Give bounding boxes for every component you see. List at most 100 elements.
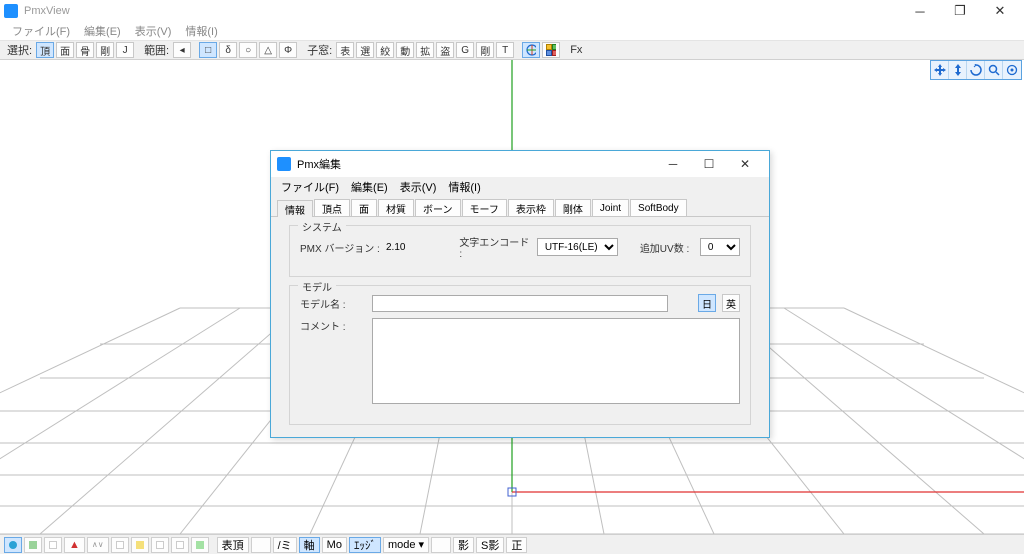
sb-swatch-9[interactable]	[191, 537, 209, 553]
dialog-body: システム PMX バージョン : 2.10 文字エンコード : UTF-16(L…	[271, 217, 769, 437]
maximize-button[interactable]: ❐	[940, 0, 980, 22]
gizmo-b[interactable]	[542, 42, 560, 58]
dlg-menu-file[interactable]: ファイル(F)	[277, 179, 343, 195]
cw-3[interactable]: 動	[396, 42, 414, 58]
cw-8[interactable]: T	[496, 42, 514, 58]
dialog-maximize-button[interactable]: ☐	[691, 151, 727, 177]
sb-swatch-0[interactable]	[4, 537, 22, 553]
tab-joint[interactable]: Joint	[592, 199, 629, 216]
menu-file[interactable]: ファイル(F)	[6, 23, 76, 39]
model-group: モデル モデル名 : 日 英 コメント :	[289, 285, 751, 425]
sb-item-2[interactable]: /ミ	[273, 537, 297, 553]
uv-select[interactable]: 0	[700, 238, 740, 256]
dialog-tabs: 情報 頂点 面 材質 ボーン モーフ 表示枠 剛体 Joint SoftBody	[271, 197, 769, 217]
cw-1[interactable]: 選	[356, 42, 374, 58]
model-name-input[interactable]	[372, 295, 668, 312]
dialog-title: Pmx編集	[297, 156, 341, 172]
app-title: PmxView	[24, 5, 70, 17]
tab-morph[interactable]: モーフ	[462, 199, 507, 216]
cam-zoom[interactable]	[985, 61, 1003, 79]
cw-5[interactable]: 盗	[436, 42, 454, 58]
sb-item-3[interactable]: 軸	[299, 537, 320, 553]
encode-label: 文字エンコード :	[459, 234, 531, 260]
sb-swatch-6[interactable]	[131, 537, 149, 553]
shape-tri[interactable]: △	[259, 42, 277, 58]
sb-item-4[interactable]: Mo	[322, 537, 347, 553]
lang-jp-button[interactable]: 日	[698, 294, 716, 312]
cam-rotate[interactable]	[967, 61, 985, 79]
range-label: 範囲:	[141, 42, 172, 58]
system-group: システム PMX バージョン : 2.10 文字エンコード : UTF-16(L…	[289, 225, 751, 277]
move-icon	[934, 64, 946, 76]
reset-icon	[1006, 64, 1018, 76]
main-toolbar: 選択: 頂 面 骨 剛 J 範囲: ◂ □ δ ○ △ Φ 子窓: 表 選 絞 …	[0, 40, 1024, 60]
sel-rigid[interactable]: 剛	[96, 42, 114, 58]
tab-vertex[interactable]: 頂点	[314, 199, 350, 216]
pmx-version-value: 2.10	[386, 242, 433, 253]
tab-bone[interactable]: ボーン	[415, 199, 461, 216]
cw-4[interactable]: 拡	[416, 42, 434, 58]
sb-ortho[interactable]: 正	[506, 537, 527, 553]
comment-textarea[interactable]	[372, 318, 740, 404]
close-button[interactable]: ✕	[980, 0, 1020, 22]
comment-label: コメント :	[300, 318, 366, 333]
pmx-editor-dialog: Pmx編集 ─ ☐ ✕ ファイル(F) 編集(E) 表示(V) 情報(I) 情報…	[270, 150, 770, 438]
shape-phi[interactable]: Φ	[279, 42, 297, 58]
sb-item-0[interactable]: 表頂	[217, 537, 249, 553]
tab-face[interactable]: 面	[351, 199, 377, 216]
sb-swatch-4[interactable]: ∧∨	[87, 537, 109, 553]
encode-select[interactable]: UTF-16(LE)	[537, 238, 618, 256]
sb-swatch-7[interactable]	[151, 537, 169, 553]
sb-swatch-1[interactable]	[24, 537, 42, 553]
cam-reset[interactable]	[1003, 61, 1021, 79]
pmx-version-label: PMX バージョン :	[300, 240, 380, 255]
main-menubar: ファイル(F) 編集(E) 表示(V) 情報(I)	[0, 22, 1024, 40]
dlg-menu-view[interactable]: 表示(V)	[396, 179, 441, 195]
range-arrow[interactable]: ◂	[173, 42, 191, 58]
sel-face[interactable]: 面	[56, 42, 74, 58]
sb-item-1[interactable]	[251, 537, 271, 553]
sel-vertex[interactable]: 頂	[36, 42, 54, 58]
sb-mode[interactable]: mode ▾	[383, 537, 429, 553]
minimize-button[interactable]: ─	[900, 0, 940, 22]
sb-gap[interactable]	[431, 537, 451, 553]
dlg-menu-info[interactable]: 情報(I)	[444, 179, 484, 195]
sb-swatch-8[interactable]	[171, 537, 189, 553]
shape-circle[interactable]: ○	[239, 42, 257, 58]
lang-en-button[interactable]: 英	[722, 294, 740, 312]
sb-shadow[interactable]: 影	[453, 537, 474, 553]
shape-rect[interactable]: □	[199, 42, 217, 58]
tab-info[interactable]: 情報	[277, 200, 313, 217]
tab-softbody[interactable]: SoftBody	[630, 199, 687, 216]
gizmo-a[interactable]	[522, 42, 540, 58]
sel-joint[interactable]: J	[116, 42, 134, 58]
sb-sshadow[interactable]: S影	[476, 537, 504, 553]
menu-view[interactable]: 表示(V)	[129, 23, 178, 39]
sb-swatch-5[interactable]	[111, 537, 129, 553]
sel-bone[interactable]: 骨	[76, 42, 94, 58]
sb-swatch-3[interactable]: ▲	[64, 537, 85, 553]
system-legend: システム	[298, 219, 346, 234]
menu-info[interactable]: 情報(I)	[179, 23, 223, 39]
dialog-titlebar[interactable]: Pmx編集 ─ ☐ ✕	[271, 151, 769, 177]
tab-rigid[interactable]: 剛体	[555, 199, 591, 216]
menu-edit[interactable]: 編集(E)	[78, 23, 127, 39]
sb-swatch-2[interactable]	[44, 537, 62, 553]
dialog-minimize-button[interactable]: ─	[655, 151, 691, 177]
dialog-close-button[interactable]: ✕	[727, 151, 763, 177]
cw-0[interactable]: 表	[336, 42, 354, 58]
dlg-menu-edit[interactable]: 編集(E)	[347, 179, 392, 195]
shape-delta[interactable]: δ	[219, 42, 237, 58]
cam-move[interactable]	[931, 61, 949, 79]
cam-updown[interactable]	[949, 61, 967, 79]
updown-icon	[952, 64, 964, 76]
tab-material[interactable]: 材質	[378, 199, 414, 216]
fx-label[interactable]: Fx	[567, 44, 585, 56]
cw-7[interactable]: 剛	[476, 42, 494, 58]
cw-2[interactable]: 絞	[376, 42, 394, 58]
cw-6[interactable]: G	[456, 42, 474, 58]
grid-icon	[546, 44, 556, 56]
sb-item-5[interactable]: ｴｯｼﾞ	[349, 537, 381, 553]
dialog-menubar: ファイル(F) 編集(E) 表示(V) 情報(I)	[271, 177, 769, 197]
tab-frame[interactable]: 表示枠	[508, 199, 554, 216]
